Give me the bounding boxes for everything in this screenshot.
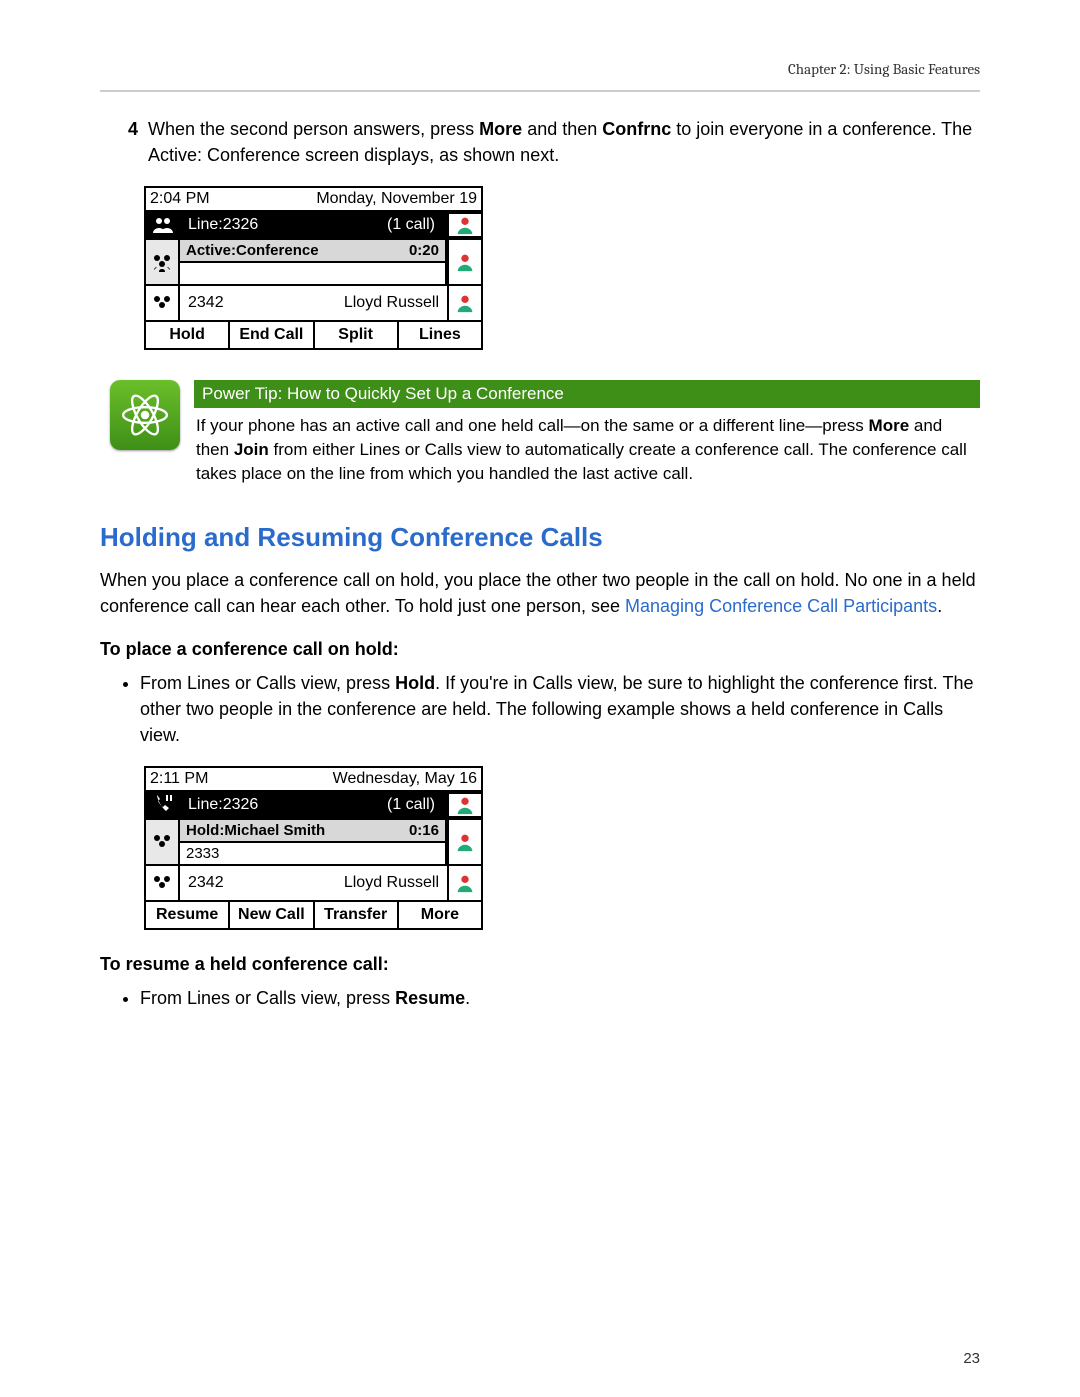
duration: 0:20 <box>409 242 439 259</box>
conference-icon <box>146 866 180 900</box>
page-number: 23 <box>963 1350 980 1367</box>
people-icon <box>146 213 180 237</box>
avatar-icon <box>447 794 481 816</box>
phone-screenshot-active-conference: 2:04 PM Monday, November 19 Line:2326 (1… <box>144 186 483 350</box>
text: . <box>937 596 942 616</box>
softkey-resume[interactable]: Resume <box>146 902 230 928</box>
time: 2:11 PM <box>150 770 208 788</box>
conference-icon <box>146 820 180 864</box>
softkey-transfer[interactable]: Transfer <box>315 902 399 928</box>
extension: 2333 <box>180 843 445 864</box>
call-count: (1 call) <box>379 212 443 238</box>
softkey-hold[interactable]: Hold <box>146 322 230 348</box>
power-tip: Power Tip: How to Quickly Set Up a Confe… <box>110 380 980 485</box>
softkey-more[interactable]: More <box>399 902 481 928</box>
text-bold: Resume <box>395 988 465 1008</box>
party-name: Lloyd Russell <box>344 874 439 892</box>
softkey-lines[interactable]: Lines <box>399 322 481 348</box>
text: From Lines or Calls view, press <box>140 673 395 693</box>
text-bold: Confrnc <box>602 119 671 139</box>
subheading-place-hold: To place a conference call on hold: <box>100 639 980 660</box>
text-bold: Join <box>234 440 269 459</box>
status-label: Active:Conference <box>186 242 319 259</box>
avatar-icon <box>447 214 481 236</box>
text-bold: More <box>869 416 910 435</box>
step-number: 4 <box>120 116 138 168</box>
party-number: 2342 <box>188 874 224 892</box>
party-number: 2342 <box>188 294 224 312</box>
line-label: Line:2326 <box>184 212 375 238</box>
conference-icon <box>146 286 180 320</box>
softkey-row: Resume New Call Transfer More <box>146 900 481 928</box>
hold-phone-icon <box>146 793 180 817</box>
text: and then <box>522 119 602 139</box>
atom-icon <box>110 380 180 450</box>
softkey-end-call[interactable]: End Call <box>230 322 314 348</box>
section-paragraph: When you place a conference call on hold… <box>100 567 980 619</box>
conference-icon <box>146 240 180 284</box>
tip-title: Power Tip: How to Quickly Set Up a Confe… <box>194 380 980 408</box>
time: 2:04 PM <box>150 190 210 208</box>
avatar-icon <box>447 820 481 864</box>
chapter-header: Chapter 2: Using Basic Features <box>100 60 980 92</box>
avatar-icon <box>447 286 481 320</box>
softkey-split[interactable]: Split <box>315 322 399 348</box>
avatar-icon <box>447 240 481 284</box>
line-label: Line:2326 <box>184 792 375 818</box>
step-text: When the second person answers, press Mo… <box>148 116 980 168</box>
date: Wednesday, May 16 <box>333 770 477 788</box>
empty <box>180 263 445 284</box>
text-bold: More <box>479 119 522 139</box>
duration: 0:16 <box>409 822 439 839</box>
tip-body: If your phone has an active call and one… <box>194 408 980 485</box>
status-label: Hold:Michael Smith <box>186 822 325 839</box>
date: Monday, November 19 <box>316 190 477 208</box>
avatar-icon <box>447 866 481 900</box>
text: When the second person answers, press <box>148 119 479 139</box>
party-name: Lloyd Russell <box>344 294 439 312</box>
phone-screenshot-held-conference: 2:11 PM Wednesday, May 16 Line:2326 (1 c… <box>144 766 483 930</box>
text: If your phone has an active call and one… <box>196 416 869 435</box>
bullet-resume: From Lines or Calls view, press Resume. <box>140 985 980 1011</box>
text: . <box>465 988 470 1008</box>
text: From Lines or Calls view, press <box>140 988 395 1008</box>
link-managing-participants[interactable]: Managing Conference Call Participants <box>625 596 937 616</box>
softkey-row: Hold End Call Split Lines <box>146 320 481 348</box>
text-bold: Hold <box>395 673 435 693</box>
section-heading: Holding and Resuming Conference Calls <box>100 522 980 553</box>
text: from either Lines or Calls view to autom… <box>196 440 967 483</box>
subheading-resume: To resume a held conference call: <box>100 954 980 975</box>
step-4: 4 When the second person answers, press … <box>120 116 980 168</box>
bullet-hold: From Lines or Calls view, press Hold. If… <box>140 670 980 748</box>
softkey-new-call[interactable]: New Call <box>230 902 314 928</box>
call-count: (1 call) <box>379 792 443 818</box>
